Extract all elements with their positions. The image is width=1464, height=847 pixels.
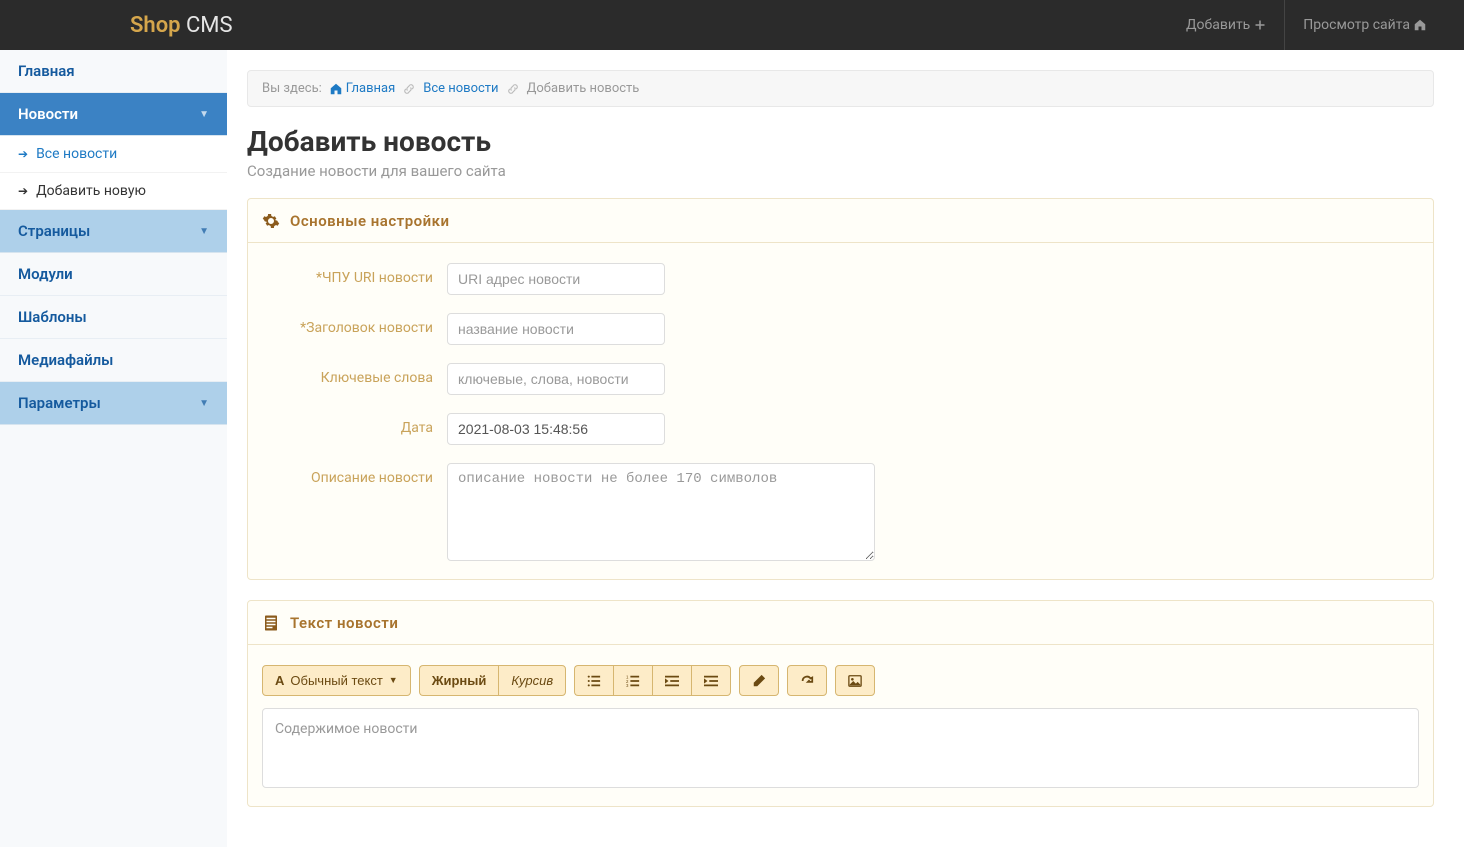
view-site-button[interactable]: Просмотр сайта [1284, 0, 1444, 50]
sidebar-item-home[interactable]: Главная [0, 50, 227, 93]
breadcrumb-current: Добавить новость [527, 81, 640, 96]
top-actions: Добавить Просмотр сайта [1168, 0, 1444, 50]
sidebar-item-label: Шаблоны [18, 308, 87, 326]
top-header: Shop CMS Добавить Просмотр сайта [0, 0, 1464, 50]
breadcrumb-prefix: Вы здесь: [262, 81, 322, 96]
sidebar-item-media[interactable]: Медиафайлы [0, 339, 227, 382]
sidebar-item-news[interactable]: Новости ▼ [0, 93, 227, 136]
sidebar-item-modules[interactable]: Модули [0, 253, 227, 296]
sidebar-item-label: Модули [18, 265, 73, 283]
panel-main-settings: Основные настройки *ЧПУ URI новости *Заг… [247, 198, 1434, 580]
panel-title: Текст новости [290, 614, 398, 632]
sidebar-subnav: ➔ Все новости ➔ Добавить новую [0, 136, 227, 210]
gear-icon [262, 211, 280, 230]
keywords-label: Ключевые слова [262, 363, 447, 386]
content-area: Вы здесь: Главная Все новости Добавить н… [227, 50, 1464, 847]
page-title: Добавить новость [247, 125, 1434, 158]
italic-button[interactable]: Курсив [498, 665, 566, 696]
list-ul-icon [587, 673, 601, 688]
sidebar-item-params[interactable]: Параметры ▼ [0, 382, 227, 425]
sidebar-item-label: Новости [18, 105, 78, 123]
indent-icon [704, 673, 718, 688]
sidebar-item-label: Медиафайлы [18, 351, 113, 369]
add-button-label: Добавить [1186, 0, 1250, 50]
sidebar-item-templates[interactable]: Шаблоны [0, 296, 227, 339]
redo-icon [800, 673, 814, 688]
arrow-right-icon: ➔ [18, 147, 28, 161]
uri-label: *ЧПУ URI новости [262, 263, 447, 286]
uri-input[interactable] [447, 263, 665, 295]
chevron-down-icon: ▼ [199, 226, 209, 237]
link-icon [507, 81, 519, 96]
panel-title: Основные настройки [290, 212, 450, 230]
image-icon [848, 673, 862, 688]
bold-button[interactable]: Жирный [419, 665, 499, 696]
pencil-icon [752, 673, 766, 688]
date-label: Дата [262, 413, 447, 436]
sidebar-item-pages[interactable]: Страницы ▼ [0, 210, 227, 253]
link-icon [403, 81, 415, 96]
title-label: *Заголовок новости [262, 313, 447, 336]
panel-body: *ЧПУ URI новости *Заголовок новости Ключ… [248, 243, 1433, 579]
sidebar-item-label: Страницы [18, 222, 90, 240]
add-button[interactable]: Добавить [1168, 0, 1284, 50]
breadcrumb: Вы здесь: Главная Все новости Добавить н… [247, 70, 1434, 107]
plus-icon [1254, 0, 1266, 50]
subnav-all-news[interactable]: ➔ Все новости [0, 136, 227, 173]
page-subtitle: Создание новости для вашего сайта [247, 162, 1434, 180]
date-input[interactable] [447, 413, 665, 445]
subnav-label: Добавить новую [36, 183, 146, 199]
logo-cms: CMS [181, 13, 233, 38]
sidebar-item-label: Главная [18, 62, 75, 80]
list-ol-icon: 123 [626, 673, 640, 688]
outdent-button[interactable] [652, 665, 691, 696]
edit-button[interactable] [739, 665, 779, 696]
chevron-down-icon: ▼ [199, 109, 209, 120]
chevron-down-icon: ▼ [389, 676, 398, 685]
svg-text:3: 3 [626, 683, 629, 688]
logo-shop: Shop [130, 13, 181, 38]
image-button[interactable] [835, 665, 875, 696]
breadcrumb-home[interactable]: Главная [330, 81, 395, 96]
list-ol-button[interactable]: 123 [613, 665, 652, 696]
sidebar-item-label: Параметры [18, 394, 101, 412]
panel-header: Текст новости [248, 601, 1433, 645]
app-logo[interactable]: Shop CMS [130, 13, 233, 38]
list-ul-button[interactable] [574, 665, 613, 696]
content-editor[interactable]: Содержимое новости [262, 708, 1419, 788]
sidebar: Главная Новости ▼ ➔ Все новости ➔ Добави… [0, 50, 227, 847]
desc-label: Описание новости [262, 463, 447, 486]
panel-header: Основные настройки [248, 199, 1433, 243]
keywords-input[interactable] [447, 363, 665, 395]
subnav-label: Все новости [36, 146, 117, 162]
subnav-add-new[interactable]: ➔ Добавить новую [0, 173, 227, 210]
breadcrumb-label: Главная [346, 81, 395, 96]
outdent-icon [665, 673, 679, 688]
arrow-right-icon: ➔ [18, 184, 28, 198]
home-icon [1414, 0, 1426, 50]
document-icon [262, 613, 280, 632]
font-icon: A [275, 674, 284, 687]
panel-news-text: Текст новости A Обычный текст ▼ Жирный К… [247, 600, 1434, 807]
editor-toolbar: A Обычный текст ▼ Жирный Курсив [262, 665, 1419, 696]
redo-button[interactable] [787, 665, 827, 696]
chevron-down-icon: ▼ [199, 398, 209, 409]
breadcrumb-all-news[interactable]: Все новости [423, 81, 498, 96]
desc-textarea[interactable] [447, 463, 875, 561]
home-icon [330, 81, 342, 96]
indent-button[interactable] [691, 665, 731, 696]
panel-body: A Обычный текст ▼ Жирный Курсив [248, 645, 1433, 806]
style-dropdown[interactable]: A Обычный текст ▼ [262, 665, 411, 696]
title-input[interactable] [447, 313, 665, 345]
view-site-label: Просмотр сайта [1303, 0, 1410, 50]
style-label: Обычный текст [290, 674, 382, 687]
